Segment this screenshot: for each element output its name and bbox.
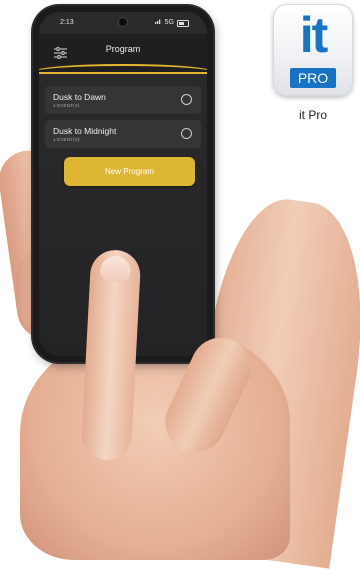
status-bar: 2:13 5G [39, 12, 207, 34]
program-event-count: 1 EVENT(S) [53, 103, 80, 108]
it-pro-app-icon[interactable]: it PRO [273, 4, 353, 96]
program-row-dusk-to-midnight[interactable]: Dusk to Midnight 1 EVENT(S) [45, 120, 201, 148]
program-name: Dusk to Dawn [53, 92, 106, 102]
page-title: Program [105, 44, 141, 54]
program-event-count: 1 EVENT(S) [53, 137, 80, 142]
app-icon-logo-text: it [299, 7, 329, 63]
status-time: 2:13 [60, 19, 74, 26]
network-label: 5G [164, 19, 174, 26]
front-camera [119, 18, 127, 26]
signal-icon [154, 12, 162, 34]
status-indicators: 5G [154, 12, 189, 34]
app-icon-pro-badge: PRO [290, 68, 336, 88]
program-select-radio[interactable] [181, 128, 192, 139]
fingernail [99, 255, 132, 283]
new-program-button[interactable]: New Program [64, 157, 195, 186]
header-accent-arc [39, 64, 207, 82]
battery-icon [177, 19, 189, 27]
app-icon-caption: it Pro [298, 108, 327, 122]
program-row-dusk-to-dawn[interactable]: Dusk to Dawn 1 EVENT(S) [45, 86, 201, 114]
program-name: Dusk to Midnight [53, 126, 117, 136]
program-select-radio[interactable] [181, 94, 192, 105]
